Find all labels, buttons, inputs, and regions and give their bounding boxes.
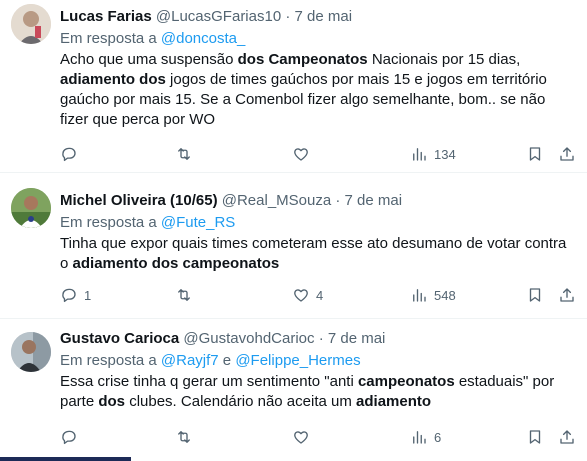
reply-prefix: Em resposta a bbox=[60, 214, 161, 231]
views-count: 134 bbox=[434, 146, 456, 162]
tweet[interactable]: Gustavo Carioca @GustavohdCarioc · 7 de … bbox=[0, 319, 587, 461]
author-handle[interactable]: @LucasGFarias10 bbox=[156, 8, 281, 25]
heart-icon bbox=[294, 148, 308, 161]
views-count: 6 bbox=[434, 429, 442, 445]
like-button[interactable]: 4 bbox=[292, 285, 323, 305]
share-icon bbox=[560, 147, 574, 161]
retweet-button[interactable] bbox=[175, 144, 199, 164]
share-icon bbox=[560, 430, 574, 444]
author-name[interactable]: Gustavo Carioca bbox=[60, 330, 179, 347]
reply-context: Em resposta a @Rayjf7 e @Felippe_Hermes bbox=[60, 351, 575, 371]
separator-dot: · bbox=[318, 330, 324, 347]
avatar[interactable] bbox=[11, 332, 51, 372]
reply-prefix: Em resposta a bbox=[60, 30, 161, 47]
views-button[interactable]: 6 bbox=[410, 427, 441, 447]
bottom-bar bbox=[0, 457, 131, 461]
views-icon bbox=[413, 431, 426, 444]
bookmark-button[interactable] bbox=[526, 285, 544, 305]
reply-button[interactable]: 1 bbox=[60, 285, 91, 305]
author-handle[interactable]: @GustavohdCarioc bbox=[183, 330, 314, 347]
text-segment: Acho que uma suspensão bbox=[60, 51, 238, 68]
separator-dot: · bbox=[285, 8, 291, 25]
mention-joiner: e bbox=[218, 352, 236, 369]
retweet-icon bbox=[178, 148, 190, 160]
like-button[interactable] bbox=[292, 144, 316, 164]
text-segment: clubes. Calendário não aceita um bbox=[125, 393, 357, 410]
bookmark-button[interactable] bbox=[526, 427, 544, 447]
text-highlight: adiamento bbox=[356, 393, 432, 410]
reply-button[interactable] bbox=[60, 144, 84, 164]
views-icon bbox=[413, 148, 426, 161]
views-button[interactable]: 134 bbox=[410, 144, 456, 164]
mention-link[interactable]: @Felippe_Hermes bbox=[235, 352, 360, 369]
action-bar: 134 bbox=[60, 144, 575, 164]
tweet[interactable]: Lucas Farias @LucasGFarias10 · 7 de mai … bbox=[0, 0, 587, 173]
retweet-button[interactable] bbox=[175, 427, 199, 447]
views-button[interactable]: 548 bbox=[410, 285, 456, 305]
retweet-icon bbox=[178, 431, 190, 443]
text-highlight: adiamento dos campeonatos bbox=[72, 255, 280, 272]
reply-context: Em resposta a @Fute_RS bbox=[60, 213, 575, 233]
bookmark-icon bbox=[529, 430, 541, 444]
reply-count: 1 bbox=[84, 287, 92, 303]
views-icon bbox=[413, 289, 426, 302]
tweet-text: Tinha que expor quais times cometeram es… bbox=[60, 234, 575, 274]
bookmark-icon bbox=[529, 147, 541, 161]
reply-icon bbox=[62, 288, 76, 303]
share-button[interactable] bbox=[558, 427, 576, 447]
tweet-date[interactable]: 7 de mai bbox=[345, 192, 403, 209]
share-button[interactable] bbox=[558, 285, 576, 305]
text-highlight: campeonatos bbox=[357, 373, 455, 390]
reply-icon bbox=[62, 147, 76, 162]
text-highlight: adiamento dos bbox=[60, 71, 166, 88]
share-icon bbox=[560, 288, 574, 302]
mention-link[interactable]: @Rayjf7 bbox=[161, 352, 219, 369]
tweet-date[interactable]: 7 de mai bbox=[328, 330, 386, 347]
tweet-date[interactable]: 7 de mai bbox=[295, 8, 353, 25]
mention-link[interactable]: @Fute_RS bbox=[161, 214, 235, 231]
action-bar: 1 4 548 bbox=[60, 285, 575, 305]
author-handle[interactable]: @Real_MSouza bbox=[222, 192, 331, 209]
text-highlight: dos Campeonatos bbox=[237, 51, 368, 68]
author-name[interactable]: Lucas Farias bbox=[60, 8, 152, 25]
tweet[interactable]: Michel Oliveira (10/65) @Real_MSouza · 7… bbox=[0, 173, 587, 319]
reply-icon bbox=[62, 430, 76, 445]
heart-icon bbox=[294, 431, 308, 444]
heart-icon bbox=[294, 289, 308, 302]
action-bar: 6 bbox=[60, 427, 575, 447]
retweet-icon bbox=[178, 289, 190, 301]
reply-context: Em resposta a @doncosta_ bbox=[60, 29, 575, 49]
mention-link[interactable]: @doncosta_ bbox=[161, 30, 245, 47]
views-count: 548 bbox=[434, 287, 456, 303]
text-segment: Nacionais por 15 dias, bbox=[367, 51, 521, 68]
avatar[interactable] bbox=[11, 4, 51, 44]
reply-prefix: Em resposta a bbox=[60, 352, 161, 369]
avatar[interactable] bbox=[11, 188, 51, 228]
reply-button[interactable] bbox=[60, 427, 84, 447]
tweet-header: Gustavo Carioca @GustavohdCarioc · 7 de … bbox=[60, 329, 575, 349]
share-button[interactable] bbox=[558, 144, 576, 164]
bookmark-icon bbox=[529, 288, 541, 302]
author-name[interactable]: Michel Oliveira (10/65) bbox=[60, 192, 218, 209]
separator-dot: · bbox=[335, 192, 341, 209]
bookmark-button[interactable] bbox=[526, 144, 544, 164]
tweet-text: Essa crise tinha q gerar um sentimento "… bbox=[60, 372, 575, 412]
like-button[interactable] bbox=[292, 427, 316, 447]
tweet-header: Michel Oliveira (10/65) @Real_MSouza · 7… bbox=[60, 191, 575, 211]
retweet-button[interactable] bbox=[175, 285, 199, 305]
text-segment: Essa crise tinha q gerar um sentimento "… bbox=[60, 373, 358, 390]
like-count: 4 bbox=[316, 287, 324, 303]
tweet-text: Acho que uma suspensão dos Campeonatos N… bbox=[60, 50, 575, 130]
text-highlight: dos bbox=[98, 393, 126, 410]
tweet-header: Lucas Farias @LucasGFarias10 · 7 de mai bbox=[60, 7, 575, 27]
